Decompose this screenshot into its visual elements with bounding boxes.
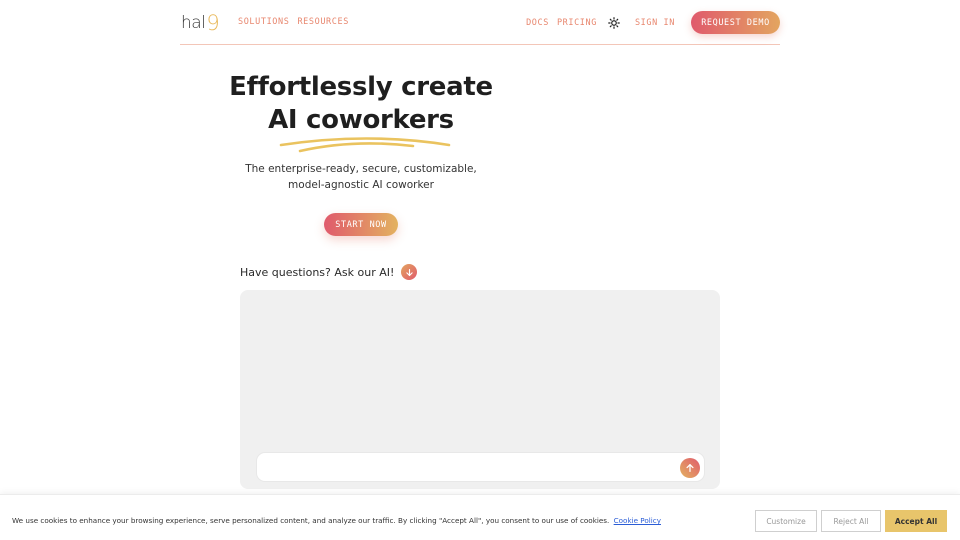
chat-panel: [240, 290, 720, 489]
reject-all-button[interactable]: Reject All: [821, 510, 881, 532]
sign-in-link[interactable]: SIGN IN: [635, 18, 675, 28]
sun-icon: [608, 16, 620, 29]
cookie-message: We use cookies to enhance your browsing …: [12, 516, 661, 525]
chat-input[interactable]: [267, 453, 667, 481]
arrow-down-icon: [406, 268, 413, 276]
arrow-up-icon: [686, 464, 694, 472]
chat-input-container: [256, 452, 705, 482]
nav-solutions[interactable]: SOLUTIONS: [238, 17, 289, 27]
ask-ai-row: Have questions? Ask our AI!: [240, 264, 418, 280]
customize-button[interactable]: Customize: [755, 510, 817, 532]
logo-text: hal: [181, 13, 206, 33]
start-now-button[interactable]: START NOW: [324, 213, 398, 236]
site-header: hal 9 SOLUTIONS RESOURCES DOCS PRICING SI…: [180, 0, 780, 45]
page: hal 9 SOLUTIONS RESOURCES DOCS PRICING SI…: [0, 0, 960, 540]
theme-toggle[interactable]: [607, 16, 621, 30]
secondary-nav: DOCS PRICING SIGN IN REQUEST DEMO: [526, 11, 780, 34]
nav-resources[interactable]: RESOURCES: [297, 17, 348, 27]
ask-ai-scroll-button[interactable]: [401, 264, 418, 280]
ask-ai-label: Have questions? Ask our AI!: [240, 265, 395, 279]
cookie-banner: We use cookies to enhance your browsing …: [0, 494, 960, 540]
title-underline-decoration: [279, 137, 451, 153]
hero-title-line2: AI coworkers: [268, 105, 454, 135]
nav-docs[interactable]: DOCS: [526, 18, 549, 28]
cookie-policy-link[interactable]: Cookie Policy: [614, 516, 661, 525]
nav-pricing[interactable]: PRICING: [557, 18, 597, 28]
hero-title-line1: Effortlessly create: [229, 72, 493, 102]
cookie-text: We use cookies to enhance your browsing …: [12, 516, 610, 525]
send-button[interactable]: [680, 458, 700, 478]
logo[interactable]: hal 9: [181, 9, 220, 35]
logo-accent: 9: [206, 11, 220, 35]
primary-nav: SOLUTIONS RESOURCES: [238, 17, 349, 27]
request-demo-button[interactable]: REQUEST DEMO: [691, 11, 780, 34]
accept-all-button[interactable]: Accept All: [885, 510, 947, 532]
hero-title: Effortlessly create AI coworkers: [200, 71, 522, 137]
hero-subtitle: The enterprise-ready, secure, customizab…: [245, 163, 477, 191]
